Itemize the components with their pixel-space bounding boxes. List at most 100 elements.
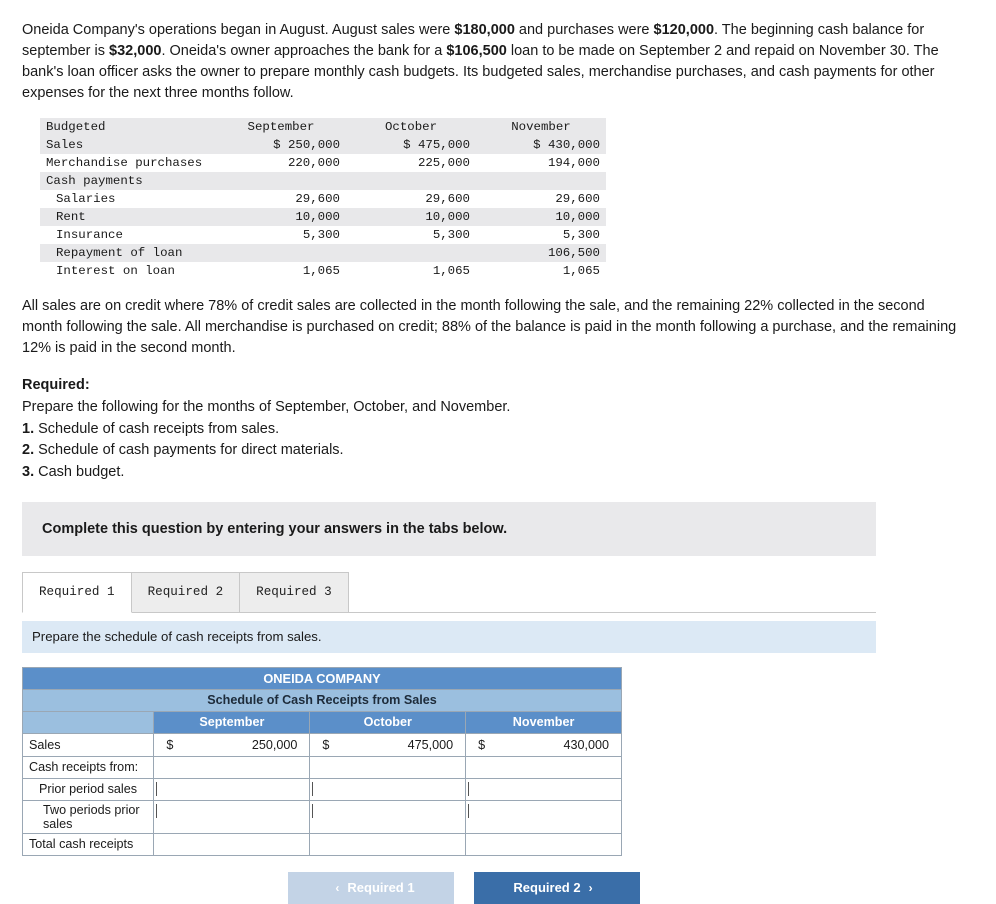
row-value: 10,000 [216,208,346,227]
required-item-2-number: 2. [22,442,35,459]
total-september-input[interactable] [160,835,304,853]
required-lead: Prepare the following for the months of … [22,398,511,415]
total-november-cell[interactable] [465,832,622,856]
worksheet-schedule-title: Schedule of Cash Receipts from Sales [22,688,622,712]
row-label-two-periods-prior-sales: Two periods prior sales [21,799,155,834]
row-value: 1,065 [562,264,600,279]
required-item-3-text: Cash budget. [34,464,125,481]
row-value: 5,300 [432,228,470,243]
table-row: Interest on loan 1,065 1,065 1,065 [40,262,606,280]
worksheet-row-prior-period-sales: Prior period sales [21,777,622,801]
instructions-banner: Complete this question by entering your … [22,501,876,556]
intro-august-sales: $180,000 [454,22,515,38]
required-item-1-text: Schedule of cash receipts from sales. [34,420,280,437]
text-caret [156,803,158,818]
required-item-1: 1. Schedule of cash receipts from sales. [22,419,974,441]
sales-october-cell: $ 475,000 [309,732,467,757]
two-periods-october-cell[interactable] [309,799,467,834]
worksheet-header-october: October [309,710,467,734]
budget-table-body: Budgeted September October November Sale… [40,118,606,280]
sales-november-cell: $ 430,000 [465,732,622,757]
text-caret [312,803,314,818]
required-item-1-number: 1. [22,420,35,437]
budgeted-data-table: Budgeted September October November Sale… [40,118,606,280]
row-value: 5,300 [562,228,600,243]
table-row: Repayment of loan 106,500 [40,244,606,263]
total-november-input[interactable] [472,835,615,853]
budget-header-budgeted: Budgeted [40,118,216,137]
tab-required-1[interactable]: Required 1 [22,571,132,613]
row-label: Sales [40,136,216,155]
row-label-cash-receipts-from: Cash receipts from: [21,755,155,779]
table-row: Merchandise purchases 220,000 225,000 19… [40,154,606,172]
next-required-label: Required 2 [513,880,581,896]
table-row: Sales $ 250,000 $ 475,000 $ 430,000 [40,136,606,155]
row-label-prior-period-sales: Prior period sales [21,777,155,801]
budget-header-november: November [476,118,606,137]
prev-required-label: Required 1 [347,880,415,896]
prior-period-november-cell[interactable] [465,777,622,801]
answer-worksheet: ONEIDA COMPANY Schedule of Cash Receipts… [21,666,622,856]
credit-terms-paragraph: All sales are on credit where 78% of cre… [22,298,957,357]
worksheet-title-row: ONEIDA COMPANY [22,666,622,690]
row-value: 29,600 [555,192,600,207]
amount-value: 250,000 [251,737,298,752]
two-periods-september-cell[interactable] [153,799,311,834]
worksheet-column-header-row: September October November [21,710,622,734]
row-label: Insurance [56,228,123,243]
prev-required-button[interactable]: ‹ Required 1 [288,871,454,904]
prior-period-november-input[interactable] [472,780,615,798]
row-value [476,172,606,191]
total-september-cell[interactable] [153,832,311,856]
tab-required-3[interactable]: Required 3 [239,571,349,612]
two-periods-october-input[interactable] [316,802,460,831]
row-value: $ 250,000 [216,136,346,155]
row-value: 220,000 [287,156,340,171]
requirement-tabs: Required 1 Required 2 Required 3 [22,571,876,613]
intro-text-1: Oneida Company's operations began in Aug… [22,22,455,38]
row-value: 29,600 [295,192,340,207]
table-row: Insurance 5,300 5,300 5,300 [40,226,606,244]
row-value [216,244,346,263]
row-value: $ 475,000 [346,136,476,155]
row-value: 194,000 [547,156,600,171]
worksheet-row-cash-receipts-from: Cash receipts from: [21,755,622,779]
blank-cell [465,755,622,779]
chevron-left-icon: ‹ [335,880,340,895]
budget-header-september: September [216,118,346,137]
row-label: Merchandise purchases [46,156,203,171]
intro-text-2: and purchases were [514,22,654,38]
worksheet-header-november: November [465,710,622,734]
two-periods-november-input[interactable] [472,802,615,831]
two-periods-november-cell[interactable] [465,799,622,834]
amount-value: 475,000 [407,737,454,752]
prior-period-october-input[interactable] [316,780,460,798]
blank-cell [309,755,467,779]
row-label: Salaries [56,192,116,207]
row-value: 29,600 [425,192,470,207]
tab-instruction-bar: Prepare the schedule of cash receipts fr… [22,620,876,653]
next-required-button[interactable]: Required 2 › [474,871,640,904]
intro-text-4: . Oneida's owner approaches the bank for… [161,43,447,60]
tab-required-2[interactable]: Required 2 [130,571,241,612]
row-value: 225,000 [417,156,470,171]
text-caret [468,803,470,818]
blank-cell [153,755,311,779]
prior-period-september-cell[interactable] [153,777,311,801]
row-value [346,172,476,191]
required-title: Required: [22,377,90,394]
row-value: 5,300 [302,228,340,243]
sales-september-cell: $ 250,000 [153,732,311,757]
row-label-sales: Sales [21,732,155,757]
row-label: Interest on loan [56,264,175,279]
total-october-cell[interactable] [309,832,467,856]
two-periods-september-input[interactable] [160,802,304,831]
intro-beginning-cash: $32,000 [109,43,162,60]
required-item-2: 2. Schedule of cash payments for direct … [22,440,974,462]
prior-period-october-cell[interactable] [309,777,467,801]
navigation-buttons: ‹ Required 1 Required 2 › [288,871,974,904]
prior-period-september-input[interactable] [160,780,304,798]
required-item-2-text: Schedule of cash payments for direct mat… [34,442,344,459]
worksheet-row-two-periods-prior-sales: Two periods prior sales [21,799,622,834]
total-october-input[interactable] [316,835,460,853]
